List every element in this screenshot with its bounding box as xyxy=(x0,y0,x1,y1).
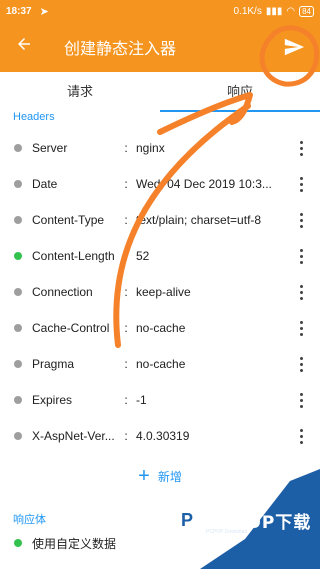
header-separator: : xyxy=(124,429,128,443)
status-dot xyxy=(14,180,22,188)
header-name: X-AspNet-Ver... xyxy=(32,429,115,443)
header-value: text/plain; charset=utf-8 xyxy=(136,213,262,227)
status-bar: 18:37 ➤ 0.1K/s ▮▮▮ ◠ 84 xyxy=(0,0,320,22)
status-dot xyxy=(14,539,22,547)
custom-data-option[interactable]: 使用自定义数据 xyxy=(0,533,116,553)
back-button[interactable] xyxy=(0,35,48,59)
header-row[interactable]: Content-Type : text/plain; charset=utf-8 xyxy=(0,202,320,238)
header-row[interactable]: Expires : -1 xyxy=(0,382,320,418)
header-value: -1 xyxy=(136,393,147,407)
plus-icon: + xyxy=(138,465,150,487)
header-value: no-cache xyxy=(136,321,186,335)
status-dot xyxy=(14,324,22,332)
header-name: Server xyxy=(32,141,68,155)
more-options-icon[interactable] xyxy=(286,202,316,238)
page-title: 创建静态注入器 xyxy=(64,41,177,58)
header-separator: : xyxy=(124,321,128,335)
header-row[interactable]: Connection : keep-alive xyxy=(0,274,320,310)
header-separator: : xyxy=(124,393,128,407)
wifi-icon: ◠ xyxy=(286,5,296,17)
network-speed: 0.1K/s xyxy=(233,5,262,17)
header-name: Connection xyxy=(32,285,93,299)
header-name: Content-Type xyxy=(32,213,105,227)
header-separator: : xyxy=(124,141,128,155)
app-bar: 创建静态注入器 xyxy=(0,22,320,72)
header-value: 4.0.30319 xyxy=(136,429,190,443)
more-options-icon[interactable] xyxy=(286,310,316,346)
header-row[interactable]: Content-Length : 52 xyxy=(0,238,320,274)
header-row[interactable]: Pragma : no-cache xyxy=(0,346,320,382)
header-separator: : xyxy=(124,177,128,191)
header-value: Wed, 04 Dec 2019 10:3... xyxy=(136,177,272,191)
battery-icon: 84 xyxy=(299,5,314,17)
header-separator: : xyxy=(124,285,128,299)
header-row[interactable]: Server : nginx xyxy=(0,130,320,166)
header-row[interactable]: X-AspNet-Ver... : 4.0.30319 xyxy=(0,418,320,454)
more-options-icon[interactable] xyxy=(286,130,316,166)
add-header-label: 新增 xyxy=(157,469,182,484)
location-icon: ➤ xyxy=(39,5,49,18)
response-body-section-label: 响应体 xyxy=(13,514,46,526)
status-dot xyxy=(14,360,22,368)
more-options-icon[interactable] xyxy=(286,382,316,418)
header-name: Cache-Control xyxy=(32,321,110,335)
more-options-icon[interactable] xyxy=(286,346,316,382)
header-name: Expires xyxy=(32,393,73,407)
header-value: no-cache xyxy=(136,357,186,371)
header-name: Date xyxy=(32,177,58,191)
header-name: Pragma xyxy=(32,357,75,371)
status-dot xyxy=(14,216,22,224)
signal-icon: ▮▮▮ xyxy=(265,5,283,17)
header-separator: : xyxy=(124,213,128,227)
header-separator: : xyxy=(124,249,128,263)
custom-data-label: 使用自定义数据 xyxy=(32,536,117,551)
header-value: keep-alive xyxy=(136,285,191,299)
tab-response[interactable]: 响应 xyxy=(160,72,320,112)
status-dot xyxy=(14,288,22,296)
status-dot xyxy=(14,432,22,440)
headers-section-label: Headers xyxy=(13,111,55,123)
watermark-logo-icon: P xyxy=(172,505,202,535)
send-icon xyxy=(284,38,305,56)
more-options-icon[interactable] xyxy=(286,418,316,454)
status-dot xyxy=(14,396,22,404)
header-value: nginx xyxy=(136,141,165,155)
watermark: P PCPOP下载 PCPOP Download xyxy=(172,505,311,535)
header-name: Content-Length xyxy=(32,249,115,263)
status-dot xyxy=(14,252,22,260)
tab-request[interactable]: 请求 xyxy=(0,72,160,112)
more-options-icon[interactable] xyxy=(286,238,316,274)
header-row[interactable]: Cache-Control : no-cache xyxy=(0,310,320,346)
more-options-icon[interactable] xyxy=(286,166,316,202)
header-separator: : xyxy=(124,357,128,371)
header-row[interactable]: Date : Wed, 04 Dec 2019 10:3... xyxy=(0,166,320,202)
header-value: 52 xyxy=(136,249,150,263)
status-time: 18:37 xyxy=(6,5,32,17)
tab-bar: 请求 响应 xyxy=(0,72,320,112)
watermark-subtext: PCPOP Download xyxy=(206,529,248,535)
send-button[interactable] xyxy=(268,22,320,72)
arrow-back-icon xyxy=(18,38,30,50)
more-options-icon[interactable] xyxy=(286,274,316,310)
status-dot xyxy=(14,144,22,152)
